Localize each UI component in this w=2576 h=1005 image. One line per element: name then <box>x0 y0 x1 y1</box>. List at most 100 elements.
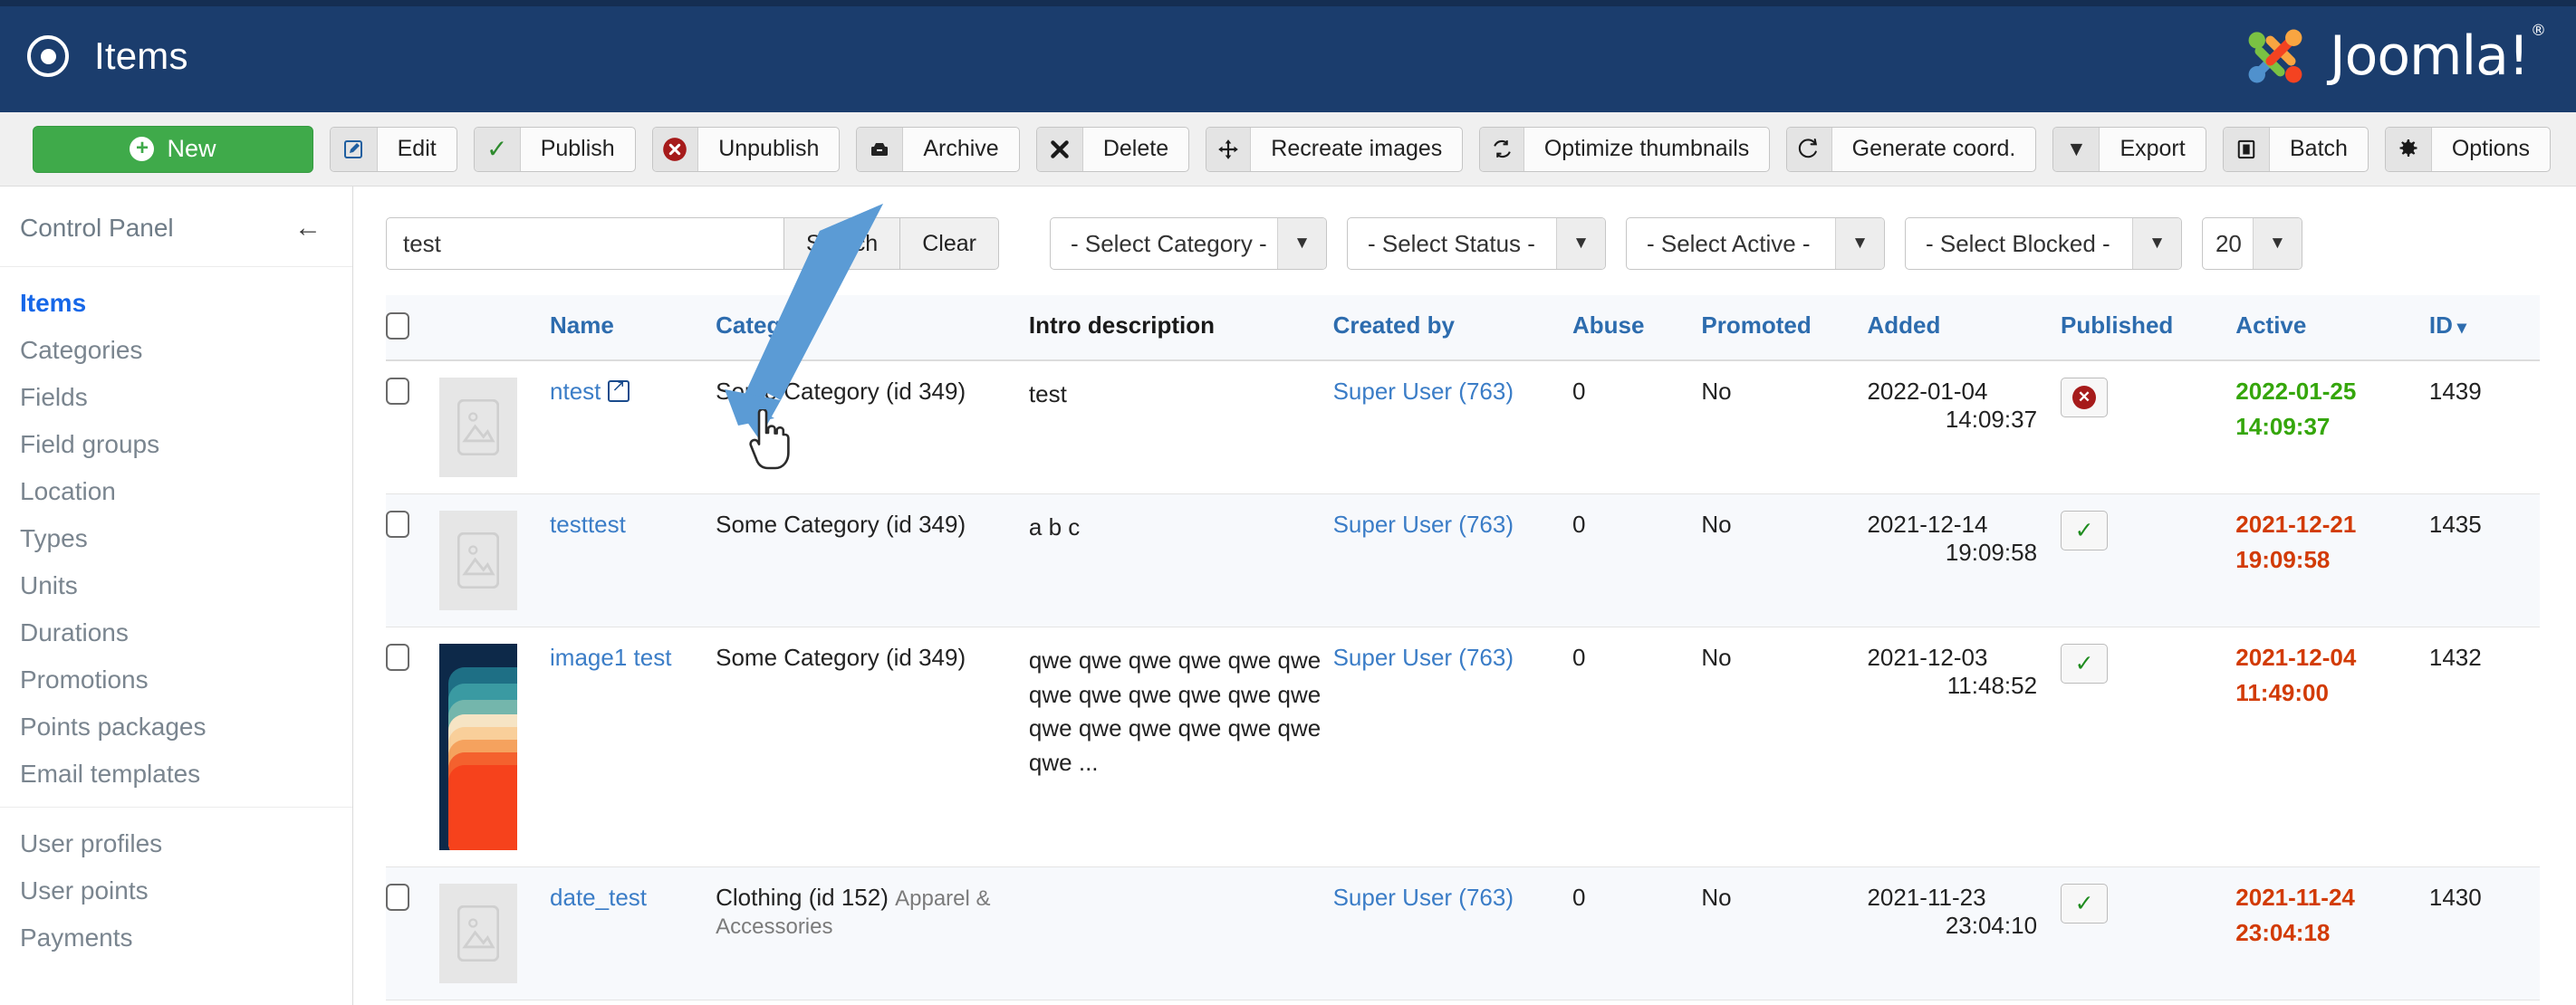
edit-button[interactable]: Edit <box>330 126 457 172</box>
item-name-link[interactable]: testtest <box>550 511 626 538</box>
optimize-thumbnails-button[interactable]: Optimize thumbnails <box>1479 126 1771 172</box>
batch-button[interactable]: Batch <box>2222 126 2369 172</box>
row-thumb-cell <box>438 493 551 627</box>
col-header-active[interactable]: Active <box>2235 295 2429 361</box>
row-id-cell: 1430 <box>2428 866 2540 1000</box>
sidebar-item-label: Units <box>20 571 78 599</box>
table-row: date_test Clothing (id 152) Apparel & Ac… <box>386 866 2540 1000</box>
col-header-promoted[interactable]: Promoted <box>1701 295 1868 361</box>
row-added-cell: 2021-12-03 11:48:52 <box>1867 627 2062 867</box>
search-input[interactable] <box>386 217 784 270</box>
unpublish-state-toggle[interactable]: ✕ <box>2061 378 2109 417</box>
select-page-limit[interactable]: 20 ▼ <box>2201 217 2302 270</box>
record-circle-icon <box>27 35 69 77</box>
check-icon: ✓ <box>474 127 521 171</box>
sidebar-item-units[interactable]: Units <box>0 562 352 609</box>
row-checkbox[interactable] <box>386 511 409 538</box>
item-name-link[interactable]: ntest <box>550 378 601 405</box>
sidebar-item-user-points[interactable]: User points <box>0 867 352 914</box>
row-checkbox[interactable] <box>386 378 409 405</box>
archive-button-label: Archive <box>923 136 999 161</box>
sidebar-item-durations[interactable]: Durations <box>0 609 352 656</box>
item-thumbnail[interactable] <box>438 644 517 850</box>
item-created-by-link[interactable]: Super User (763) <box>1333 378 1514 405</box>
sidebar-item-payments[interactable]: Payments <box>0 914 352 962</box>
sidebar-item-items[interactable]: Items <box>0 280 352 327</box>
sidebar-item-email-templates[interactable]: Email templates <box>0 751 352 798</box>
sidebar-item-location[interactable]: Location <box>0 468 352 515</box>
publish-state-toggle[interactable]: ✓ <box>2061 884 2109 924</box>
clear-button[interactable]: Clear <box>900 217 999 270</box>
export-button[interactable]: ▼ Export <box>2052 126 2206 172</box>
item-created-by-link[interactable]: Super User (763) <box>1333 884 1514 911</box>
row-created-by-cell: Super User (763) <box>1332 627 1572 867</box>
select-active[interactable]: - Select Active - ▼ <box>1625 217 1885 270</box>
item-active-time: 23:04:18 <box>2235 919 2331 946</box>
item-category: Some Category (id 349) <box>716 511 966 538</box>
col-header-published[interactable]: Published <box>2061 295 2236 361</box>
col-header-abuse[interactable]: Abuse <box>1572 295 1702 361</box>
publish-state-toggle[interactable]: ✓ <box>2061 644 2109 684</box>
row-checkbox[interactable] <box>386 644 409 671</box>
publish-button[interactable]: ✓ Publish <box>473 126 636 172</box>
item-id: 1430 <box>2428 884 2482 911</box>
row-select-cell <box>386 866 439 1000</box>
col-header-id[interactable]: ID ▾ <box>2428 295 2540 361</box>
col-header-intro: Intro description <box>1028 295 1333 361</box>
select-blocked[interactable]: - Select Blocked - ▼ <box>1904 217 2182 270</box>
chevron-down-icon[interactable]: ▼ <box>1834 218 1884 269</box>
external-link-icon[interactable] <box>608 378 630 402</box>
search-button[interactable]: Search <box>784 217 901 270</box>
select-all-checkbox[interactable] <box>386 311 409 340</box>
item-created-by-link[interactable]: Super User (763) <box>1333 644 1514 671</box>
archive-button[interactable]: Archive <box>856 126 1020 172</box>
row-id-cell: 1439 <box>2428 360 2540 494</box>
col-header-created-by[interactable]: Created by <box>1332 295 1572 361</box>
sidebar-item-label: Field groups <box>20 430 160 458</box>
chevron-down-icon[interactable]: ▼ <box>1555 218 1605 269</box>
chevron-down-icon[interactable]: ▼ <box>2131 218 2181 269</box>
recreate-images-button[interactable]: Recreate images <box>1206 126 1464 172</box>
item-name-link[interactable]: date_test <box>550 884 647 911</box>
item-active-date: 2021-11-24 <box>2235 884 2355 911</box>
sidebar-item-types[interactable]: Types <box>0 515 352 562</box>
control-panel-row[interactable]: Control Panel ← <box>0 187 352 267</box>
col-header-name[interactable]: Name <box>550 295 716 361</box>
select-category[interactable]: - Select Category - ▼ <box>1049 217 1327 270</box>
new-button[interactable]: + New <box>33 125 313 173</box>
publish-state-toggle[interactable]: ✓ <box>2061 511 2109 550</box>
unpublish-button[interactable]: Unpublish <box>651 126 841 172</box>
sidebar-item-categories[interactable]: Categories <box>0 327 352 374</box>
item-created-by-link[interactable]: Super User (763) <box>1333 511 1514 538</box>
row-published-cell: ✕ <box>2061 360 2236 494</box>
row-checkbox[interactable] <box>386 884 409 911</box>
item-active-date: 2021-12-21 <box>2235 511 2357 538</box>
chevron-down-icon[interactable]: ▼ <box>1276 218 1326 269</box>
sidebar-item-user-profiles[interactable]: User profiles <box>0 820 352 867</box>
sidebar-item-fields[interactable]: Fields <box>0 374 352 421</box>
search-group: Search Clear <box>386 217 999 270</box>
options-button[interactable]: Options <box>2384 126 2551 172</box>
optimize-thumbnails-button-label: Optimize thumbnails <box>1543 136 1750 161</box>
joomla-logo[interactable]: Joomla! ® <box>2234 14 2546 98</box>
row-created-by-cell: Super User (763) <box>1332 866 1572 1000</box>
table-row: testtest Some Category (id 349) a b c Su… <box>386 493 2540 627</box>
item-added-time: 19:09:58 <box>1945 539 2038 566</box>
control-panel-label: Control Panel <box>20 214 174 242</box>
sidebar-item-label: Items <box>20 289 87 317</box>
sidebar-item-field-groups[interactable]: Field groups <box>0 421 352 468</box>
select-status[interactable]: - Select Status - ▼ <box>1346 217 1606 270</box>
row-category-cell: Some Category (id 349) <box>716 493 1029 627</box>
generate-coord-button[interactable]: Generate coord. <box>1786 126 2037 172</box>
delete-button[interactable]: Delete <box>1035 126 1190 172</box>
item-name-link[interactable]: image1 test <box>550 644 671 671</box>
sidebar-item-promotions[interactable]: Promotions <box>0 656 352 704</box>
chevron-down-icon[interactable]: ▼ <box>2252 218 2302 269</box>
col-header-category[interactable]: Category <box>716 295 1029 361</box>
row-active-cell: 2021-12-21 19:09:58 <box>2235 493 2429 627</box>
row-category-cell: Some Category (id 349) <box>716 627 1029 867</box>
sidebar-item-points-packages[interactable]: Points packages <box>0 704 352 751</box>
row-category-cell: Some Category (id 349) <box>716 360 1029 494</box>
col-header-added[interactable]: Added <box>1867 295 2062 361</box>
arrow-left-icon[interactable]: ← <box>294 215 322 242</box>
